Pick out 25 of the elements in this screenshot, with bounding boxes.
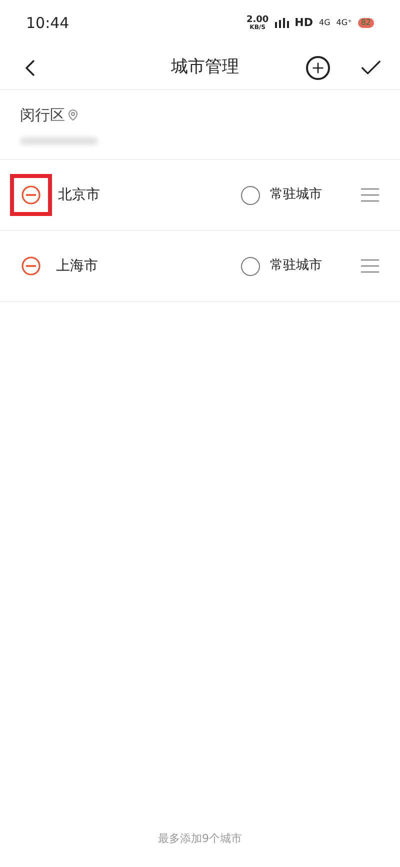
resident-radio[interactable] [241, 186, 260, 204]
network-speed: 2.00 [246, 16, 269, 24]
city-name: 上海市 [56, 256, 98, 276]
network-label: 4G [319, 17, 330, 29]
hd-label: HD [294, 14, 313, 31]
resident-radio[interactable] [241, 256, 260, 276]
remove-button[interactable] [20, 255, 42, 277]
resident-label: 常驻城市 [270, 257, 322, 276]
battery-icon: 82 [358, 18, 374, 28]
city-name: 北京市 [58, 186, 100, 204]
status-time: 10:44 [26, 12, 70, 34]
minus-circle-icon [21, 256, 41, 276]
location-name: 闵行区 [20, 105, 65, 126]
network-label: 4G⁺ [336, 17, 352, 29]
drag-handle-icon[interactable] [360, 187, 380, 203]
drag-handle-icon[interactable] [360, 258, 380, 274]
add-icon [310, 60, 326, 76]
location-pin-icon [67, 109, 79, 122]
page-title: 城市管理 [170, 56, 240, 79]
minus-circle-icon [21, 185, 41, 205]
signal-icon [274, 18, 289, 28]
footer-note: 最多添加9个城市 [158, 831, 242, 847]
add-button[interactable] [306, 56, 330, 80]
resident-label: 常驻城市 [270, 186, 322, 204]
remove-button[interactable] [10, 174, 52, 216]
